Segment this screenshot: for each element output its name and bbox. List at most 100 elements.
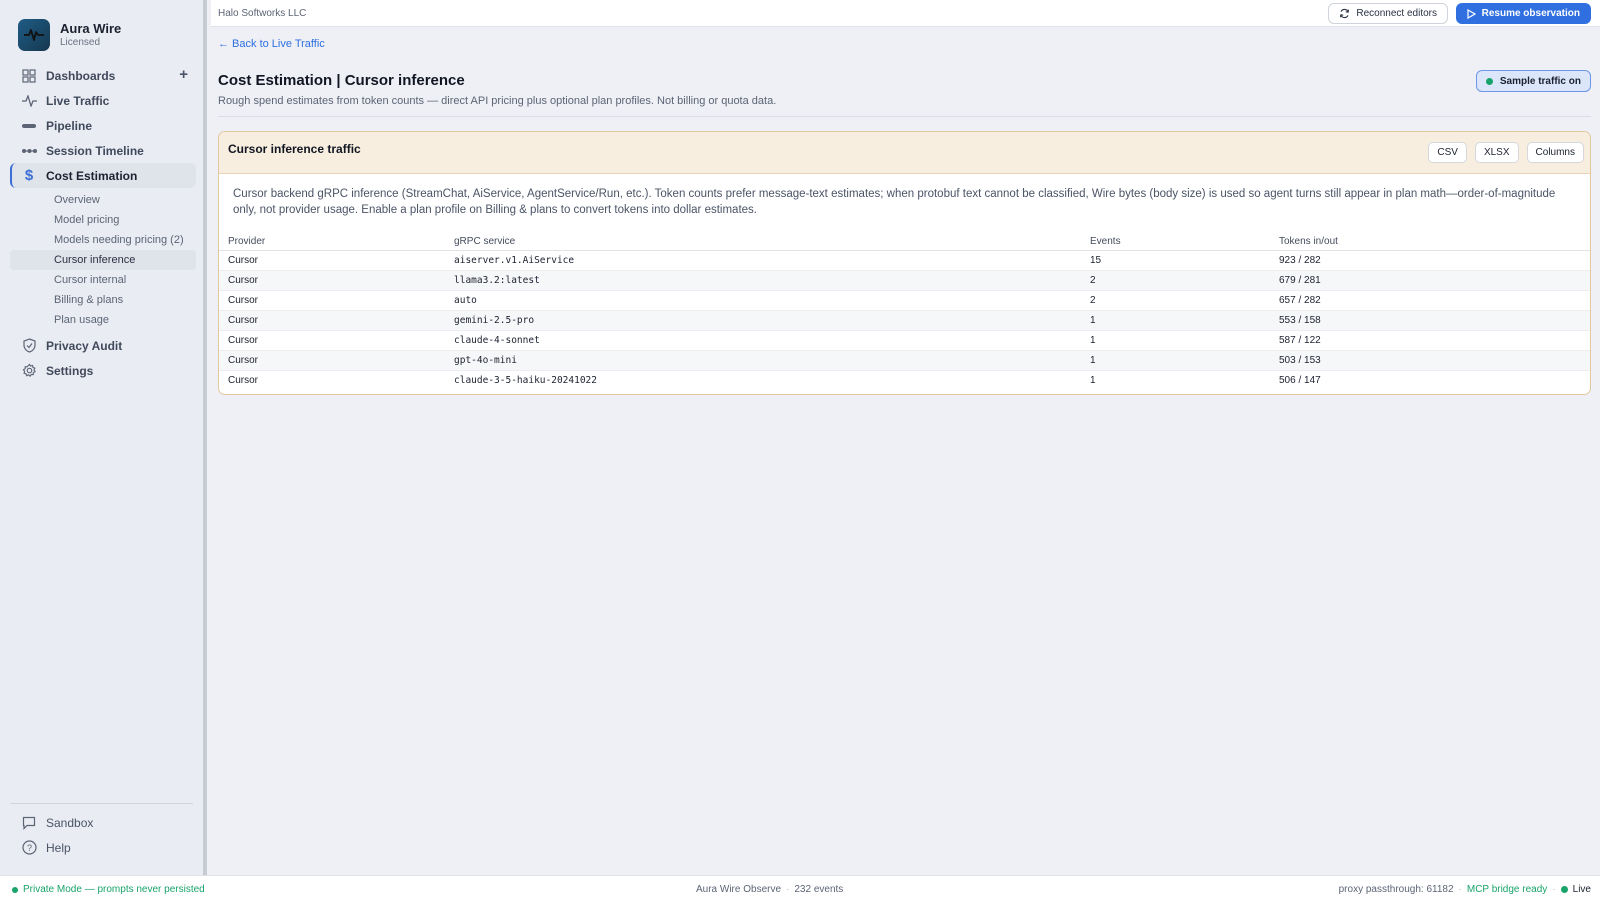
events-cell: 15 xyxy=(1081,250,1270,271)
sidebar-bottom: Sandbox ? Help xyxy=(10,803,193,860)
activity-icon xyxy=(20,92,38,110)
events-cell: 1 xyxy=(1090,374,1096,386)
csv-export-button[interactable]: CSV xyxy=(1428,142,1467,163)
divider xyxy=(218,116,1591,117)
license-status: Licensed xyxy=(60,37,101,48)
sub-item-overview[interactable]: Overview xyxy=(10,190,196,210)
sample-traffic-toggle[interactable]: Sample traffic on xyxy=(1475,70,1591,92)
sidebar-item-label: Pipeline xyxy=(46,118,93,133)
provider-cell: Cursor xyxy=(228,374,259,386)
sub-item-cursor-internal[interactable]: Cursor internal xyxy=(10,270,196,290)
table-row[interactable]: Cursor gemini-2.5-pro 1 553 / 158 xyxy=(219,310,1590,331)
provider-cell: Cursor xyxy=(219,330,445,351)
tokens-cell: 679 / 281 xyxy=(1270,270,1590,291)
reconnect-editors-button[interactable]: Reconnect editors xyxy=(1328,3,1448,24)
table-row[interactable]: Cursor auto 2 657 / 282 xyxy=(219,290,1590,311)
card-title: Cursor inference traffic xyxy=(228,142,361,156)
sidebar-item-settings[interactable]: Settings xyxy=(10,358,196,383)
sidebar: Aura Wire Licensed Dashboards + Live Tra… xyxy=(0,0,207,875)
event-count: 232 events xyxy=(794,884,844,895)
sidebar-item-live-traffic[interactable]: Live Traffic xyxy=(10,88,196,113)
events-cell: 1 xyxy=(1081,310,1270,331)
xlsx-export-button[interactable]: XLSX xyxy=(1474,142,1519,163)
column-header-events[interactable]: Events xyxy=(1081,234,1270,251)
shield-icon xyxy=(20,337,38,355)
table-row[interactable]: Cursor claude-4-sonnet 1 587 / 122 xyxy=(219,330,1590,351)
private-mode-text: Private Mode — prompts never persisted xyxy=(23,884,205,895)
status-dot-icon xyxy=(1485,77,1493,85)
table-row[interactable]: Cursor aiserver.v1.AiService 15 923 / 28… xyxy=(219,250,1590,271)
sidebar-item-session-timeline[interactable]: Session Timeline xyxy=(10,138,196,163)
column-header-provider[interactable]: Provider xyxy=(219,234,445,251)
status-dot-icon xyxy=(12,886,18,893)
tokens-cell: 503 / 153 xyxy=(1270,350,1590,371)
grpc-service-cell: gemini-2.5-pro xyxy=(445,310,1081,331)
separator: · xyxy=(1552,884,1556,895)
cursor-inference-card: Cursor inference traffic CSV XLSX Column… xyxy=(218,131,1591,395)
live-indicator: Live xyxy=(1560,884,1591,895)
play-icon xyxy=(1467,8,1476,19)
provider-cell: Cursor xyxy=(219,350,445,371)
reconnect-editors-label: Reconnect editors xyxy=(1356,8,1437,19)
brand-name: Aura Wire xyxy=(60,21,122,36)
table-header-row: Provider gRPC service Events Tokens in/o… xyxy=(219,234,1590,251)
sidebar-item-sandbox[interactable]: Sandbox xyxy=(10,810,193,835)
tokens-cell: 587 / 122 xyxy=(1270,330,1590,351)
sidebar-item-label: Cost Estimation xyxy=(46,168,138,183)
timeline-icon xyxy=(20,142,38,160)
sidebar-item-privacy-audit[interactable]: Privacy Audit xyxy=(10,333,196,358)
columns-button[interactable]: Columns xyxy=(1526,142,1584,163)
table-row[interactable]: Cursor llama3.2:latest 2 679 / 281 xyxy=(219,270,1590,291)
provider-cell: Cursor xyxy=(219,270,445,291)
sidebar-item-help[interactable]: ? Help xyxy=(10,835,193,860)
separator: · xyxy=(786,884,790,895)
resume-observation-button[interactable]: Resume observation xyxy=(1455,3,1591,24)
back-to-live-traffic-link[interactable]: ← Back to Live Traffic xyxy=(218,38,325,50)
events-cell: 2 xyxy=(1081,290,1270,311)
provider-cell: Cursor xyxy=(219,290,445,311)
separator: · xyxy=(1458,884,1462,895)
sub-item-models-needing-pricing[interactable]: Models needing pricing (2) xyxy=(10,230,196,250)
tokens-cell: 506 / 147 xyxy=(1279,374,1321,386)
events-cell: 2 xyxy=(1081,270,1270,291)
table-row[interactable]: Cursor claude-3-5-haiku-20241022 1 506 /… xyxy=(219,370,1590,390)
sidebar-item-label: Sandbox xyxy=(46,815,94,830)
brand[interactable]: Aura Wire Licensed xyxy=(18,19,121,51)
mcp-bridge-status: MCP bridge ready xyxy=(1466,884,1548,895)
help-icon: ? xyxy=(20,839,38,857)
sidebar-item-dashboards[interactable]: Dashboards + xyxy=(10,63,196,88)
sidebar-item-label: Help xyxy=(46,840,71,855)
live-label: Live xyxy=(1572,884,1591,895)
sidebar-item-cost-estimation[interactable]: $ Cost Estimation xyxy=(10,163,196,188)
sidebar-item-pipeline[interactable]: Pipeline xyxy=(10,113,196,138)
svg-text:?: ? xyxy=(26,843,31,853)
grpc-service-cell: claude-3-5-haiku-20241022 xyxy=(454,374,597,386)
sub-item-cursor-inference[interactable]: Cursor inference xyxy=(10,250,196,270)
sidebar-item-label: Settings xyxy=(46,363,94,378)
column-header-grpc-service[interactable]: gRPC service xyxy=(445,234,1081,251)
resume-observation-label: Resume observation xyxy=(1481,8,1580,19)
dollar-icon: $ xyxy=(24,167,34,184)
card-header: Cursor inference traffic CSV XLSX Column… xyxy=(219,132,1590,174)
export-buttons: CSV XLSX Columns xyxy=(1420,142,1584,163)
add-dashboard-icon[interactable]: + xyxy=(179,66,188,83)
sub-item-model-pricing[interactable]: Model pricing xyxy=(10,210,196,230)
sub-item-billing-plans[interactable]: Billing & plans xyxy=(10,290,196,310)
gear-icon xyxy=(20,362,38,380)
pulse-logo-icon xyxy=(18,19,50,51)
chat-icon xyxy=(20,814,38,832)
table-row[interactable]: Cursor gpt-4o-mini 1 503 / 153 xyxy=(219,350,1590,371)
inference-table: Provider gRPC service Events Tokens in/o… xyxy=(219,234,1590,390)
app-status: Aura Wire Observe · 232 events xyxy=(696,884,843,895)
provider-cell: Cursor xyxy=(219,250,445,271)
column-header-tokens[interactable]: Tokens in/out xyxy=(1270,234,1590,251)
grpc-service-cell: gpt-4o-mini xyxy=(445,350,1081,371)
page-subtitle: Rough spend estimates from token counts … xyxy=(218,95,777,107)
events-cell: 1 xyxy=(1081,330,1270,351)
organization-name: Halo Softworks LLC xyxy=(218,8,307,19)
grpc-service-cell: claude-4-sonnet xyxy=(445,330,1081,351)
status-bar: Private Mode — prompts never persisted A… xyxy=(0,875,1600,900)
sidebar-item-label: Session Timeline xyxy=(46,143,144,158)
sub-item-plan-usage[interactable]: Plan usage xyxy=(10,310,196,330)
app-name: Aura Wire Observe xyxy=(696,884,782,895)
